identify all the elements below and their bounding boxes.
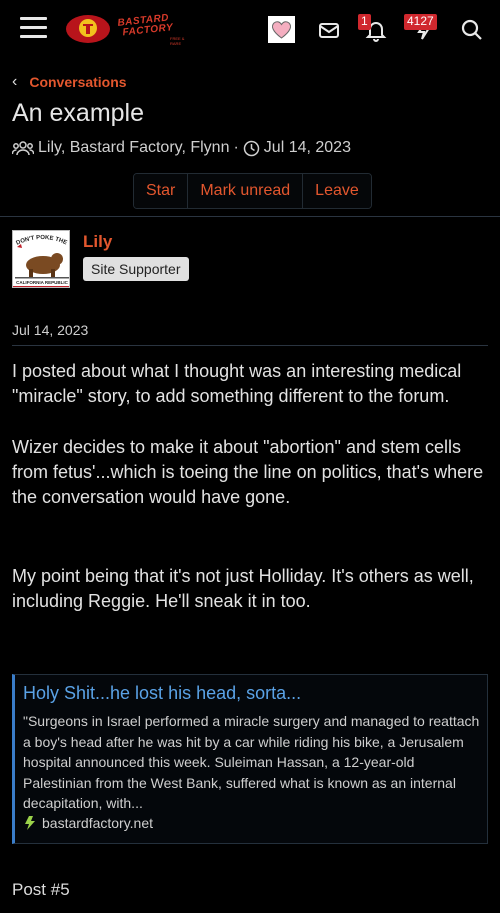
avatar-bottom-text: CALIFORNIA REPUBLIC bbox=[16, 280, 69, 285]
avatar[interactable]: DON'T POKE THE BEAR CALIFORNIA REPUBLIC bbox=[12, 230, 70, 288]
post-paragraph: My point being that it's not just Hollid… bbox=[12, 566, 474, 611]
conversation-actions: Star Mark unread Leave bbox=[133, 173, 372, 209]
page-title: An example bbox=[12, 99, 145, 127]
conversation-date: Jul 14, 2023 bbox=[263, 139, 351, 156]
site-logo[interactable]: BASTARD FACTORY FREE & RARE bbox=[66, 12, 192, 46]
link-preview-title[interactable]: Holy Shit...he lost his head, sorta... bbox=[23, 683, 301, 704]
post-paragraph: Wizer decides to make it about "abortion… bbox=[12, 437, 484, 507]
heart-icon[interactable] bbox=[268, 16, 295, 43]
inbox-badge: 4127 bbox=[404, 14, 437, 30]
link-preview-description: "Surgeons in Israel performed a miracle … bbox=[23, 713, 480, 811]
divider bbox=[12, 345, 488, 346]
chevron-left-icon[interactable]: ‹ bbox=[12, 73, 17, 91]
clock-icon bbox=[243, 140, 260, 156]
mark-unread-button[interactable]: Mark unread bbox=[188, 174, 304, 208]
search-icon[interactable] bbox=[460, 18, 484, 42]
star-button[interactable]: Star bbox=[134, 174, 189, 208]
avatar-top-text: DON'T POKE THE BEAR bbox=[13, 231, 69, 247]
favicon-icon bbox=[25, 816, 35, 830]
alerts-badge: 1 bbox=[358, 14, 371, 30]
menu-icon[interactable] bbox=[20, 17, 47, 39]
leave-button[interactable]: Leave bbox=[303, 174, 371, 208]
post-number[interactable]: Post #5 bbox=[12, 880, 70, 900]
participants-icon bbox=[12, 141, 34, 156]
participants-list[interactable]: Lily, Bastard Factory, Flynn bbox=[38, 139, 229, 157]
logo-tagline: FREE & RARE bbox=[170, 36, 185, 46]
breadcrumb: ‹ Conversations bbox=[12, 72, 127, 92]
link-preview-source[interactable]: bastardfactory.net bbox=[23, 815, 153, 831]
breadcrumb-conversations-link[interactable]: Conversations bbox=[29, 74, 126, 90]
link-preview[interactable]: Holy Shit...he lost his head, sorta... "… bbox=[12, 674, 488, 844]
envelope-icon[interactable] bbox=[317, 18, 341, 42]
divider bbox=[0, 216, 500, 217]
meta-separator: · bbox=[233, 139, 239, 156]
top-bar: BASTARD FACTORY FREE & RARE 1 4127 bbox=[0, 0, 500, 62]
post-date[interactable]: Jul 14, 2023 bbox=[12, 322, 88, 338]
user-title-badge: Site Supporter bbox=[83, 257, 189, 281]
svg-text:DON'T POKE THE BEAR: DON'T POKE THE BEAR bbox=[13, 231, 69, 247]
conversation-meta: Lily, Bastard Factory, Flynn · Jul 14, 2… bbox=[12, 139, 351, 157]
post-paragraph: I posted about what I thought was an int… bbox=[12, 361, 462, 406]
post-username[interactable]: Lily bbox=[83, 232, 112, 252]
link-preview-domain: bastardfactory.net bbox=[42, 815, 154, 831]
